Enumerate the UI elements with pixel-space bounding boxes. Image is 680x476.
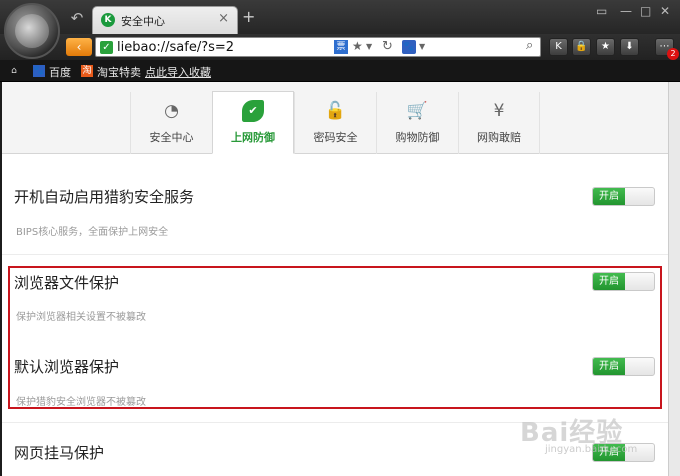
- tab-security-overview[interactable]: ◔ 安全中心: [130, 92, 212, 154]
- protection-tab-strip: ◔ 安全中心 ✔ 上网防御 🔓 密码安全 🛒 购物防御 ¥ 网购敢赔: [2, 82, 668, 154]
- lock-icon: 🔓: [324, 101, 347, 121]
- bookmarks-bar: ⌂ 🐾 百度 淘 淘宝特卖 点此导入收藏: [0, 60, 680, 82]
- watermark-url: jingyan.baidu.com: [545, 444, 638, 455]
- bookmark-taobao[interactable]: 淘宝特卖: [97, 64, 141, 80]
- tab-shopping-defense[interactable]: 🛒 购物防御: [376, 92, 458, 154]
- favorites-button[interactable]: ★: [596, 38, 615, 56]
- star-dropdown-icon[interactable]: ▼: [366, 42, 372, 51]
- liebao-menu-button[interactable]: K: [549, 38, 568, 56]
- tab-security-center[interactable]: K 安全中心 ×: [92, 6, 238, 34]
- skin-icon[interactable]: ▭: [596, 4, 607, 18]
- tab-password-security[interactable]: 🔓 密码安全: [294, 92, 376, 154]
- notification-badge: 2: [667, 48, 679, 60]
- secure-check-icon: ✓: [100, 41, 113, 54]
- title-bar: ↶ K 安全中心 × + ▭ — □ ✕: [0, 0, 680, 59]
- tab-label: 上网防御: [231, 131, 275, 144]
- tab-title: 安全中心: [121, 15, 165, 28]
- setting-desc-autostart: BIPS核心服务，全面保护上网安全: [16, 227, 169, 238]
- home-icon[interactable]: ⌂: [8, 65, 20, 77]
- baidu-paw-icon: 🐾: [33, 65, 45, 77]
- taobao-icon: 淘: [81, 65, 93, 77]
- toggle-on-label: 开启: [593, 188, 625, 205]
- toggle-autostart[interactable]: 开启: [592, 187, 655, 206]
- money-hand-icon: ¥: [493, 101, 505, 121]
- vertical-scrollbar[interactable]: [668, 82, 680, 476]
- tab-label: 购物防御: [395, 131, 440, 144]
- lock-toolbar-button[interactable]: 🔒: [572, 38, 591, 56]
- tab-close-icon[interactable]: ×: [218, 11, 229, 26]
- tab-label: 安全中心: [149, 131, 194, 144]
- setting-title-trojan-protection: 网页挂马保护: [14, 444, 105, 462]
- tab-web-defense[interactable]: ✔ 上网防御: [212, 91, 294, 154]
- setting-title-autostart: 开机自动启用猎豹安全服务: [14, 188, 195, 206]
- url-bar[interactable]: ✓ liebao://safe/?s=2 票 ★ ▼ ↻ 🐾 ▼ ⌕: [95, 37, 541, 57]
- liebao-logo[interactable]: [4, 3, 60, 59]
- engine-dropdown-icon[interactable]: ▼: [419, 42, 425, 51]
- refresh-icon[interactable]: ↻: [382, 39, 393, 54]
- cheetah-icon: [15, 14, 49, 48]
- download-button[interactable]: ⬇: [620, 38, 639, 56]
- url-text[interactable]: liebao://safe/?s=2: [117, 40, 234, 55]
- tab-shopping-compensation[interactable]: ¥ 网购敢赔: [458, 92, 540, 154]
- bookmark-star-icon[interactable]: ★: [352, 39, 363, 53]
- search-engine-icon[interactable]: 🐾: [402, 40, 416, 54]
- cart-icon: 🛒: [406, 101, 429, 121]
- search-icon[interactable]: ⌕: [526, 38, 533, 53]
- new-tab-button[interactable]: +: [242, 9, 255, 25]
- close-window-icon[interactable]: ✕: [660, 4, 670, 18]
- red-highlight-box: [8, 266, 662, 409]
- gauge-icon: ◔: [164, 101, 179, 121]
- undo-close-tab-icon[interactable]: ↶: [68, 9, 86, 27]
- ticket-mode-icon[interactable]: 票: [334, 40, 348, 54]
- leaf-icon: ✔: [242, 100, 264, 122]
- maximize-icon[interactable]: □: [640, 4, 651, 18]
- minimize-icon[interactable]: —: [620, 4, 632, 18]
- tab-label: 网购敢赔: [477, 131, 521, 144]
- back-button[interactable]: ‹: [66, 38, 92, 56]
- tab-label: 密码安全: [313, 131, 358, 144]
- bookmark-baidu[interactable]: 百度: [49, 64, 71, 80]
- tab-favicon-icon: K: [101, 13, 115, 27]
- import-bookmarks-link[interactable]: 点此导入收藏: [145, 64, 211, 80]
- address-toolbar: ‹ ✓ liebao://safe/?s=2 票 ★ ▼ ↻ 🐾 ▼ ⌕ K 🔒…: [0, 34, 680, 60]
- divider: [2, 254, 668, 255]
